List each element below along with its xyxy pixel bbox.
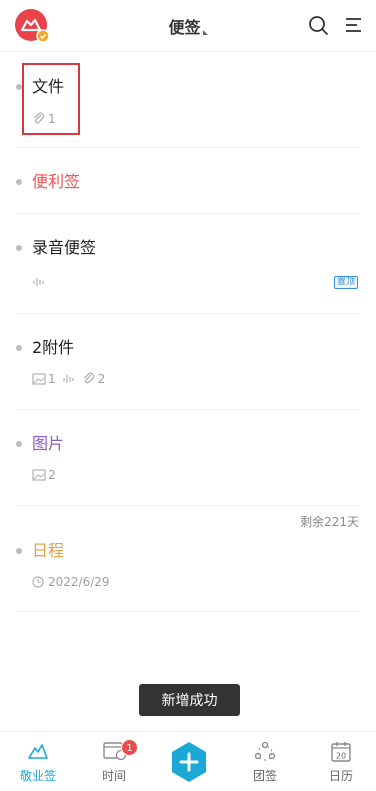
page-title-text: 便签 (168, 18, 201, 37)
team-icon (254, 741, 276, 761)
search-icon[interactable] (307, 14, 329, 36)
audio-wave-icon (63, 375, 74, 383)
tab-label: 团签 (252, 769, 277, 783)
tab-label: 敬业签 (19, 769, 56, 783)
tab-jingyeqian[interactable]: 敬业签 (8, 732, 68, 791)
note-item[interactable]: 便利签 (16, 148, 360, 214)
image-count: 2 (48, 468, 56, 482)
schedule-date: 2022/6/29 (48, 575, 110, 589)
bullet-dot (16, 179, 22, 185)
note-item[interactable]: 日程 2022/6/29 (16, 506, 360, 612)
calendar-icon: 20 (331, 742, 351, 762)
pinned-badge: 置顶 (333, 276, 358, 289)
note-meta: 2022/6/29 (32, 575, 110, 589)
top-header: 便签 (0, 0, 376, 52)
tab-label: 日历 (328, 769, 353, 783)
add-note-button[interactable] (170, 741, 208, 783)
note-item[interactable]: 图片 2 (16, 410, 360, 506)
bullet-dot (16, 441, 22, 447)
menu-icon[interactable] (343, 14, 365, 36)
tab-team[interactable]: 团签 (235, 732, 295, 791)
tab-label: 时间 (101, 769, 126, 783)
clock-icon (32, 576, 44, 588)
paperclip-icon (83, 372, 94, 384)
home-mountain-icon (28, 744, 48, 759)
bullet-dot (16, 245, 22, 251)
note-item[interactable]: 录音便签 置顶 (16, 214, 360, 314)
notification-badge: 1 (121, 739, 138, 756)
dropdown-caret-icon (202, 30, 208, 35)
note-meta: 2 (32, 468, 56, 482)
bullet-dot (16, 345, 22, 351)
calendar-day-number: 20 (336, 752, 346, 761)
note-meta (32, 276, 46, 288)
note-title: 便利签 (32, 172, 81, 191)
note-title: 图片 (32, 434, 65, 453)
note-meta: 1 2 (32, 372, 105, 386)
bullet-dot (16, 548, 22, 554)
tab-calendar[interactable]: 20 日历 (311, 732, 371, 791)
audio-wave-icon (33, 278, 44, 286)
attachment-count: 2 (97, 372, 106, 386)
toast-message: 新增成功 (139, 684, 240, 716)
selection-highlight (22, 63, 80, 135)
note-item[interactable]: 2附件 1 2 (16, 314, 360, 410)
note-title: 录音便签 (32, 238, 97, 257)
image-icon (32, 373, 46, 385)
image-icon (32, 469, 46, 481)
image-count: 1 (48, 372, 56, 386)
note-title: 日程 (32, 541, 65, 560)
note-title: 2附件 (32, 338, 75, 357)
